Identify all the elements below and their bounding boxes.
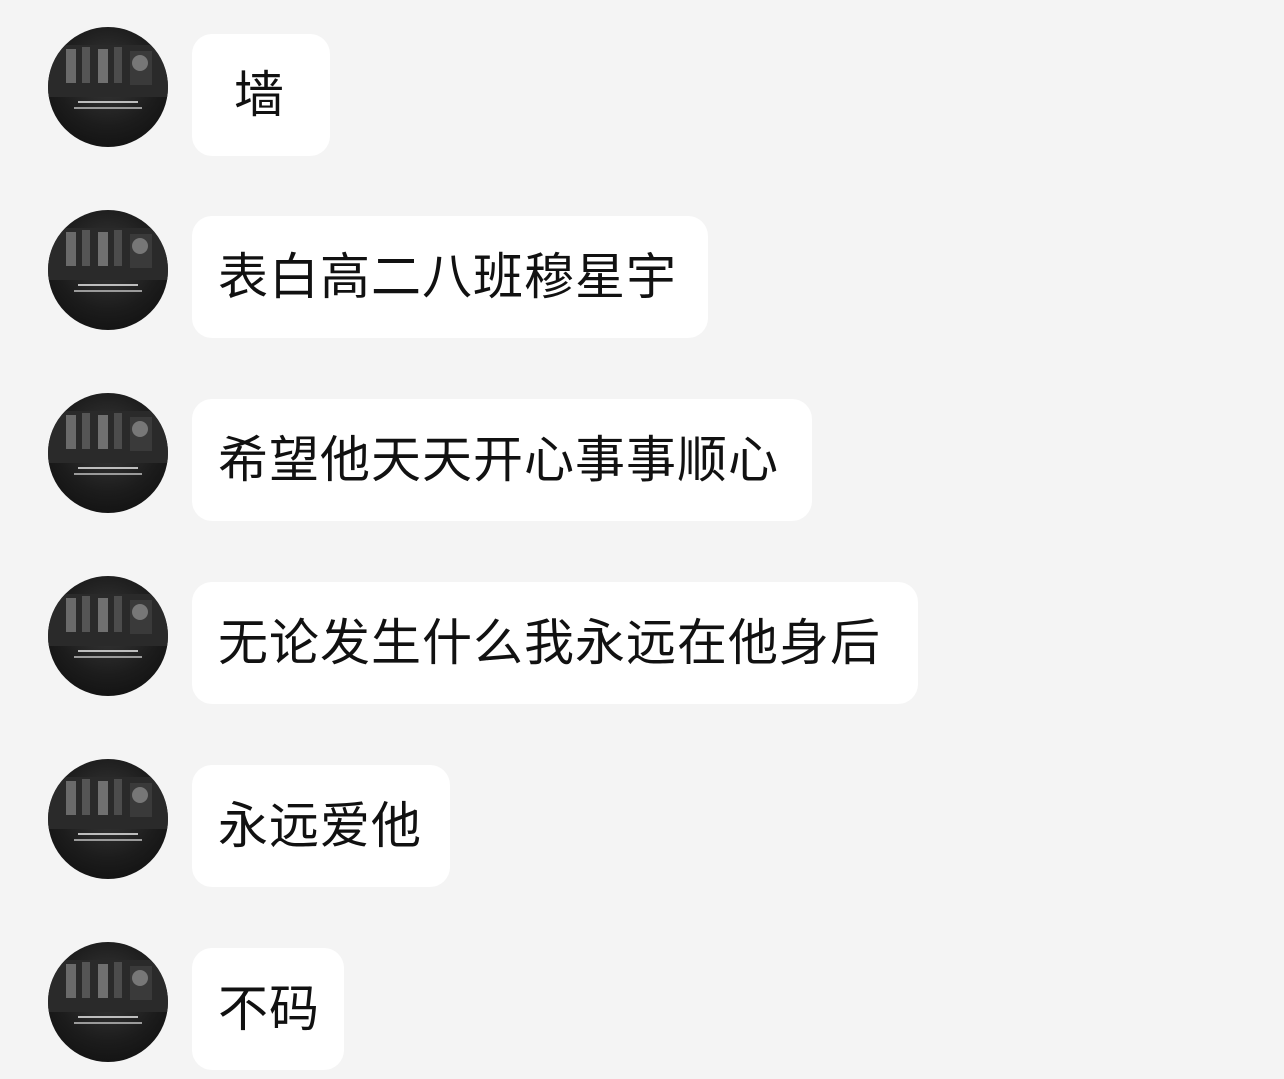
message-bubble[interactable]: 表白高二八班穆星宇	[192, 216, 708, 338]
message-bubble[interactable]: 永远爱他	[192, 765, 450, 887]
dark-photo-avatar-icon	[48, 411, 168, 475]
message-text: 无论发生什么我永远在他身后	[218, 614, 881, 672]
message-bubble[interactable]: 不码	[192, 948, 344, 1070]
message-row: 希望他天天开心事事顺心	[0, 393, 1284, 524]
message-text: 不码	[218, 980, 320, 1038]
chat-message-list: 墙 表白高二八班穆星宇 希望他天天开心事事顺心 无论发生什么我永远在他身后 永远…	[0, 0, 1284, 1079]
dark-photo-avatar-icon	[48, 960, 168, 1024]
message-bubble[interactable]: 墙	[192, 34, 330, 156]
message-row: 不码	[0, 942, 1284, 1073]
avatar[interactable]	[48, 393, 168, 513]
message-text: 希望他天天开心事事顺心	[218, 431, 779, 489]
message-text: 永远爱他	[218, 797, 422, 855]
message-bubble[interactable]: 无论发生什么我永远在他身后	[192, 582, 918, 704]
avatar[interactable]	[48, 27, 168, 147]
message-bubble[interactable]: 希望他天天开心事事顺心	[192, 399, 812, 521]
dark-photo-avatar-icon	[48, 45, 168, 109]
message-row: 墙	[0, 27, 1284, 159]
dark-photo-avatar-icon	[48, 594, 168, 658]
avatar[interactable]	[48, 576, 168, 696]
message-row: 无论发生什么我永远在他身后	[0, 576, 1284, 707]
dark-photo-avatar-icon	[48, 777, 168, 841]
message-text: 墙	[234, 66, 285, 124]
message-row: 永远爱他	[0, 759, 1284, 890]
message-text: 表白高二八班穆星宇	[218, 248, 677, 306]
avatar[interactable]	[48, 210, 168, 330]
dark-photo-avatar-icon	[48, 228, 168, 292]
avatar[interactable]	[48, 759, 168, 879]
avatar[interactable]	[48, 942, 168, 1062]
message-row: 表白高二八班穆星宇	[0, 210, 1284, 341]
